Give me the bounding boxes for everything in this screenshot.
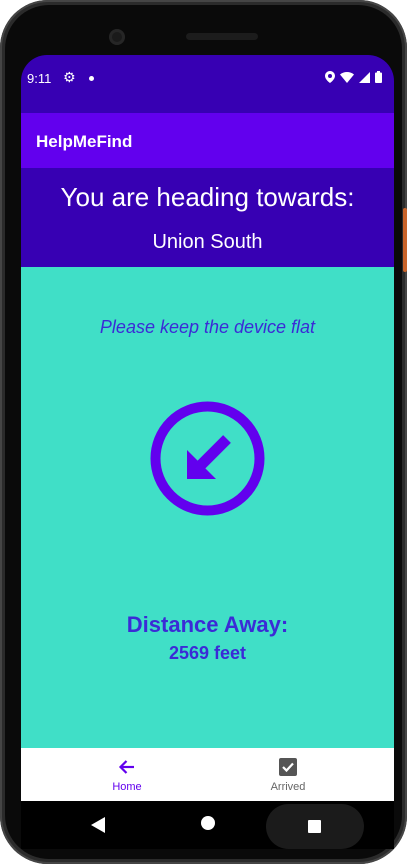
app-bar: HelpMeFind (21, 113, 394, 168)
heading-title: You are heading towards: (60, 182, 355, 212)
earpiece-speaker (186, 33, 258, 40)
checkbox-checked-icon (279, 758, 297, 776)
status-bar: 9:11 ⚙ (21, 55, 394, 113)
screen: 9:11 ⚙ HelpMeFind You are heading toward… (21, 55, 394, 849)
distance-value: 2569 feet (168, 643, 247, 663)
battery-icon (375, 71, 382, 83)
status-icons (325, 71, 382, 83)
recents-button[interactable] (266, 804, 364, 849)
compass-panel: Please keep the device flat Distance Awa… (21, 267, 394, 748)
device-bezel: 9:11 ⚙ HelpMeFind You are heading toward… (5, 5, 402, 859)
location-icon (325, 71, 335, 83)
nav-arrived[interactable]: Arrived (199, 748, 377, 801)
app-title: HelpMeFind (36, 132, 133, 151)
destination-name: Union South (152, 231, 263, 253)
gear-icon: ⚙ (63, 69, 76, 85)
bottom-navigation: Home Arrived (21, 748, 394, 801)
system-navigation-bar (21, 801, 394, 849)
status-time: 9:11 (27, 71, 52, 86)
nav-arrived-label: Arrived (270, 781, 306, 793)
distance-label: Distance Away: (126, 612, 289, 637)
dot-icon (89, 76, 94, 81)
wifi-icon (340, 71, 354, 83)
power-button (403, 208, 407, 272)
flat-device-hint: Please keep the device flat (99, 317, 316, 337)
signal-icon (359, 71, 370, 83)
home-icon[interactable] (201, 816, 215, 830)
recents-icon (308, 820, 321, 833)
arrow-down-left-icon (150, 401, 265, 516)
camera-icon (109, 29, 125, 45)
heading-header: You are heading towards: Union South (21, 168, 394, 267)
device-frame: 9:11 ⚙ HelpMeFind You are heading toward… (0, 0, 407, 864)
back-icon[interactable] (91, 817, 105, 833)
arrow-left-icon (118, 760, 134, 774)
